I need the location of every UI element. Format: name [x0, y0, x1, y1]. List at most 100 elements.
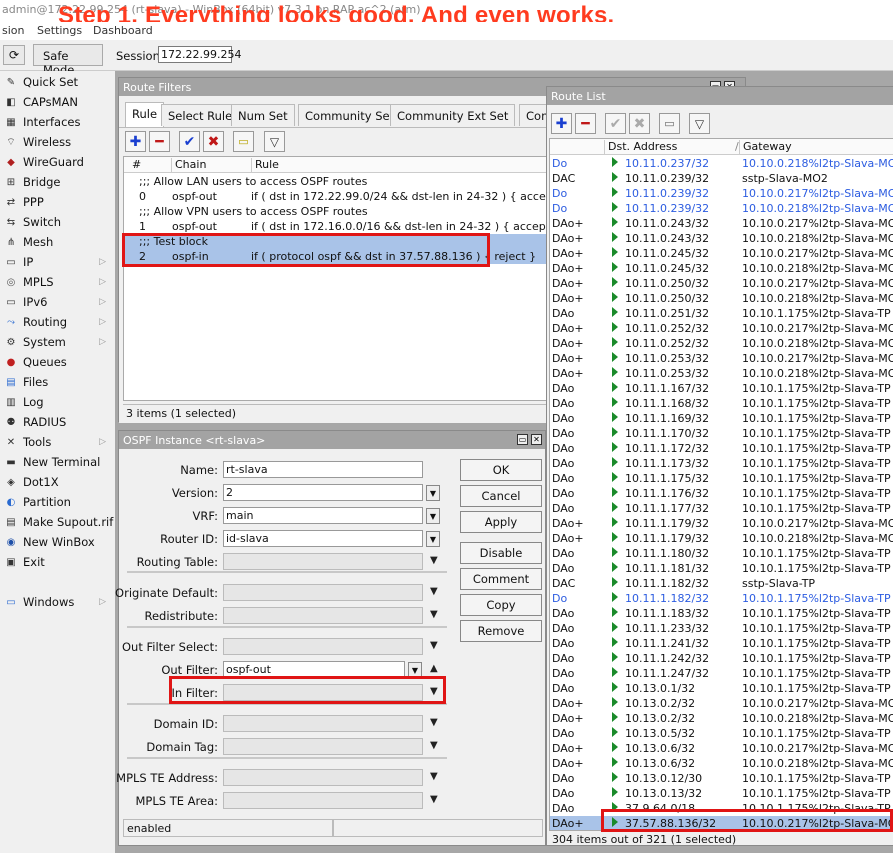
table-row[interactable]: DAo 10.11.0.251/32 10.10.1.175%l2tp-Slava-… [550, 306, 893, 321]
table-row[interactable]: DAo+ 10.11.0.245/32 10.10.0.217%l2tp-Slava… [550, 246, 893, 261]
name-field[interactable]: rt-slava [223, 461, 423, 478]
router-id-field[interactable]: id-slava [223, 530, 423, 547]
sidebar-item-system[interactable]: ⚙ System ▷ [0, 332, 114, 352]
add-icon[interactable]: ✚ [125, 131, 146, 152]
enable-icon[interactable]: ✔ [605, 113, 626, 134]
menu-settings[interactable]: Settings [37, 24, 82, 37]
refresh-icon[interactable]: ⟳ [3, 45, 25, 65]
disable-icon[interactable]: ✖ [203, 131, 224, 152]
table-row[interactable]: Do 10.11.1.182/32 10.10.1.175%l2tp-Slava-T… [550, 591, 893, 606]
sidebar-item-ip[interactable]: ▭ IP ▷ [0, 252, 114, 272]
copy-button[interactable]: Copy [460, 594, 542, 616]
sidebar-item-queues[interactable]: ● Queues [0, 352, 114, 372]
table-row[interactable]: DAo 10.11.1.242/32 10.10.1.175%l2tp-Slava-… [550, 651, 893, 666]
sidebar-item-make-supout-rif[interactable]: ▤ Make Supout.rif [0, 512, 114, 532]
sidebar-item-radius[interactable]: ⚉ RADIUS [0, 412, 114, 432]
tab-num-set[interactable]: Num Set [231, 104, 295, 126]
table-row[interactable]: DAo 10.11.1.241/32 10.10.1.175%l2tp-Slava-… [550, 636, 893, 651]
table-row[interactable]: DAo 10.13.0.1/32 10.10.1.175%l2tp-Slava-TP [550, 681, 893, 696]
session-input[interactable]: 172.22.99.254 [158, 46, 241, 63]
table-row[interactable]: DAo+ 10.13.0.6/32 10.10.0.218%l2tp-Slava-M… [550, 756, 893, 771]
table-row[interactable]: DAo 10.11.1.168/32 10.10.1.175%l2tp-Slava-… [550, 396, 893, 411]
sidebar-item-ppp[interactable]: ⇄ PPP [0, 192, 114, 212]
domain-id-field[interactable] [223, 715, 423, 732]
table-row[interactable]: DAo 10.11.1.180/32 10.10.1.175%l2tp-Slava-… [550, 546, 893, 561]
redistribute-field[interactable] [223, 607, 423, 624]
table-row[interactable]: DAo+ 10.11.0.253/32 10.10.0.218%l2tp-Slava… [550, 366, 893, 381]
sidebar-item-mesh[interactable]: ⋔ Mesh [0, 232, 114, 252]
table-row[interactable]: DAC 10.11.0.239/32 sstp-Slava-MO2 [550, 171, 893, 186]
remove-icon[interactable]: ━ [149, 131, 170, 152]
table-row[interactable]: DAo+ 10.11.0.253/32 10.10.0.217%l2tp-Slava… [550, 351, 893, 366]
filter-icon[interactable]: ▽ [264, 131, 285, 152]
filter-icon[interactable]: ▽ [689, 113, 710, 134]
comment-button[interactable]: Comment [460, 568, 542, 590]
version-field[interactable]: 2 [223, 484, 423, 501]
mpls-te-area-field[interactable] [223, 792, 423, 809]
enable-icon[interactable]: ✔ [179, 131, 200, 152]
cancel-button[interactable]: Cancel [460, 485, 542, 507]
sidebar-item-exit[interactable]: ▣ Exit [0, 552, 114, 572]
dropdown-icon[interactable]: ▼ [430, 794, 438, 805]
table-row[interactable]: DAo 10.11.1.176/32 10.10.1.175%l2tp-Slava-… [550, 486, 893, 501]
sidebar-item-dot1x[interactable]: ◈ Dot1X [0, 472, 114, 492]
sidebar-item-wireless[interactable]: ⌔ Wireless [0, 132, 114, 152]
table-row[interactable]: Do 10.11.0.239/32 10.10.0.218%l2tp-Slava-M… [550, 201, 893, 216]
table-row[interactable]: DAC 10.11.1.182/32 sstp-Slava-TP [550, 576, 893, 591]
sidebar-item-new-winbox[interactable]: ◉ New WinBox [0, 532, 114, 552]
table-row[interactable]: DAo 10.11.1.169/32 10.10.1.175%l2tp-Slava-… [550, 411, 893, 426]
column-header-dst-address[interactable]: Dst. Address [604, 140, 677, 155]
table-row[interactable]: DAo 10.13.0.12/30 10.10.1.175%l2tp-Slava-T… [550, 771, 893, 786]
sidebar-item-files[interactable]: ▤ Files [0, 372, 114, 392]
dropdown-icon[interactable]: ▼ [430, 717, 438, 728]
dropdown-icon[interactable]: ▼ [430, 586, 438, 597]
sidebar-item-switch[interactable]: ⇆ Switch [0, 212, 114, 232]
domain-tag-field[interactable] [223, 738, 423, 755]
remove-button[interactable]: Remove [460, 620, 542, 642]
table-row[interactable]: DAo 10.11.1.247/32 10.10.1.175%l2tp-Slava-… [550, 666, 893, 681]
disable-icon[interactable]: ✖ [629, 113, 650, 134]
sidebar-item-mpls[interactable]: ◎ MPLS ▷ [0, 272, 114, 292]
column-header-rule[interactable]: Rule [251, 158, 279, 173]
sidebar-item-interfaces[interactable]: ▦ Interfaces [0, 112, 114, 132]
remove-icon[interactable]: ━ [575, 113, 596, 134]
table-row[interactable]: DAo+ 10.13.0.2/32 10.10.0.218%l2tp-Slava-M… [550, 711, 893, 726]
table-row[interactable]: DAo+ 10.11.0.252/32 10.10.0.217%l2tp-Slava… [550, 321, 893, 336]
sidebar-item-quick-set[interactable]: ✎ Quick Set [0, 72, 114, 92]
comment-icon[interactable]: ▭ [659, 113, 680, 134]
table-row[interactable]: DAo+ 10.11.1.179/32 10.10.0.217%l2tp-Slava… [550, 516, 893, 531]
dropdown-icon[interactable]: ▼ [426, 531, 440, 547]
sidebar-item-log[interactable]: ▥ Log [0, 392, 114, 412]
table-row[interactable]: DAo+ 10.13.0.6/32 10.10.0.217%l2tp-Slava-M… [550, 741, 893, 756]
ok-button[interactable]: OK [460, 459, 542, 481]
table-row[interactable]: DAo 10.11.1.167/32 10.10.1.175%l2tp-Slava-… [550, 381, 893, 396]
sidebar-item-new-terminal[interactable]: ▬ New Terminal [0, 452, 114, 472]
table-row[interactable]: DAo+ 10.11.0.250/32 10.10.0.218%l2tp-Slava… [550, 291, 893, 306]
column-header-chain[interactable]: Chain [171, 158, 206, 173]
table-row[interactable]: DAo 10.11.1.173/32 10.10.1.175%l2tp-Slava-… [550, 456, 893, 471]
table-row[interactable]: DAo 10.11.1.175/32 10.10.1.175%l2tp-Slava-… [550, 471, 893, 486]
table-row[interactable]: DAo 10.11.1.183/32 10.10.1.175%l2tp-Slava-… [550, 606, 893, 621]
table-row[interactable]: DAo+ 10.11.0.243/32 10.10.0.218%l2tp-Slava… [550, 231, 893, 246]
column-header-num[interactable]: # [124, 158, 141, 173]
add-icon[interactable]: ✚ [551, 113, 572, 134]
table-row[interactable]: DAo+ 10.11.1.179/32 10.10.0.218%l2tp-Slava… [550, 531, 893, 546]
table-row[interactable]: DAo+ 10.11.0.250/32 10.10.0.217%l2tp-Slava… [550, 276, 893, 291]
apply-button[interactable]: Apply [460, 511, 542, 533]
table-row[interactable]: DAo 10.11.1.177/32 10.10.1.175%l2tp-Slava-… [550, 501, 893, 516]
dropdown-icon[interactable]: ▼ [430, 555, 438, 566]
sidebar-item-bridge[interactable]: ⊞ Bridge [0, 172, 114, 192]
table-row[interactable]: DAo+ 10.13.0.2/32 10.10.0.217%l2tp-Slava-M… [550, 696, 893, 711]
sidebar-item-capsman[interactable]: ◧ CAPsMAN [0, 92, 114, 112]
column-header-gateway[interactable]: Gateway [739, 140, 792, 155]
routing-table-field[interactable] [223, 553, 423, 570]
safe-mode-button[interactable]: Safe Mode [33, 44, 103, 77]
table-row[interactable]: DAo+ 10.11.0.245/32 10.10.0.218%l2tp-Slava… [550, 261, 893, 276]
disable-button[interactable]: Disable [460, 542, 542, 564]
sidebar-item-wireguard[interactable]: ◆ WireGuard [0, 152, 114, 172]
table-row[interactable]: DAo+ 10.11.0.252/32 10.10.0.218%l2tp-Slava… [550, 336, 893, 351]
dropdown-icon[interactable]: ▼ [430, 640, 438, 651]
table-row[interactable]: DAo 10.11.1.172/32 10.10.1.175%l2tp-Slava-… [550, 441, 893, 456]
originate-default-field[interactable] [223, 584, 423, 601]
dropdown-icon[interactable]: ▼ [430, 609, 438, 620]
